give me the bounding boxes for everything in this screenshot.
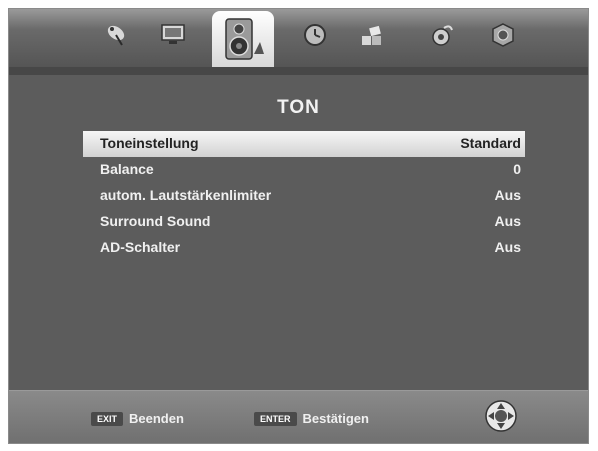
exit-hint[interactable]: EXIT Beenden [91,411,184,426]
lock-icon[interactable] [426,19,458,51]
speaker-icon[interactable] [212,11,274,67]
footer-bar: EXIT Beenden ENTER Bestätigen [9,390,588,443]
menu-item-value: Aus [494,187,521,203]
menu-item-toneinstellung[interactable]: Toneinstellung Standard [83,131,525,157]
satellite-dish-icon[interactable] [101,19,133,51]
settings-list: Toneinstellung Standard Balance 0 autom.… [83,131,525,261]
menu-divider [9,67,588,75]
enter-hint[interactable]: ENTER Bestätigen [254,411,369,426]
clock-icon[interactable] [299,19,331,51]
blocks-icon[interactable] [356,19,388,51]
menu-tab-bar [9,9,588,67]
menu-item-surround-sound[interactable]: Surround Sound Aus [83,209,525,235]
menu-item-label: Balance [100,161,154,177]
menu-item-value: Aus [494,213,521,229]
menu-item-value: Standard [460,135,521,151]
menu-item-volume-limiter[interactable]: autom. Lautstärkenlimiter Aus [83,183,525,209]
menu-item-balance[interactable]: Balance 0 [83,157,525,183]
navigation-pad-icon [484,399,518,433]
menu-item-label: autom. Lautstärkenlimiter [100,187,272,203]
page-title: TON [277,97,320,118]
exit-hint-label: Beenden [129,411,184,426]
enter-hint-label: Bestätigen [302,411,369,426]
tv-screen: TON Toneinstellung Standard Balance 0 au… [8,8,589,444]
menu-item-label: AD-Schalter [100,239,181,255]
menu-item-label: Toneinstellung [100,135,199,151]
menu-item-value: Aus [494,239,521,255]
menu-item-ad-schalter[interactable]: AD-Schalter Aus [83,235,525,261]
enter-key-badge: ENTER [254,411,297,426]
menu-item-label: Surround Sound [100,213,211,229]
exit-key-badge: EXIT [91,411,124,426]
menu-item-value: 0 [513,161,521,177]
settings-cube-icon[interactable] [487,19,519,51]
monitor-icon[interactable] [157,19,189,51]
